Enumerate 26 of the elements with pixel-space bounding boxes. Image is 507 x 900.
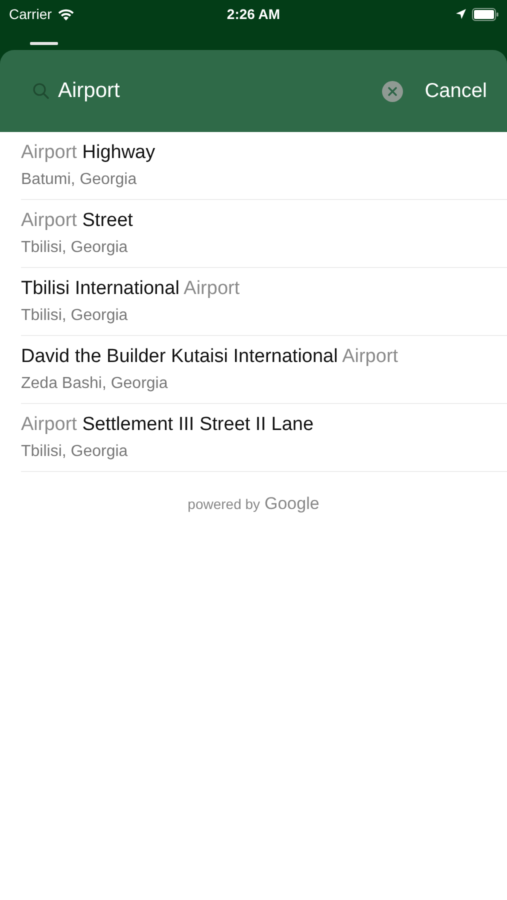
result-item[interactable]: Airport Settlement III Street II Lane Tbilisi, Georgia	[21, 404, 507, 472]
place-location: Tbilisi, Georgia	[21, 238, 129, 258]
clock-time: 2:26 AM	[226, 6, 282, 22]
search-field[interactable]: Airport	[58, 79, 374, 103]
place-location: Tbilisi, Georgia	[21, 442, 129, 462]
place-location: Zeda Bashi, Georgia	[21, 374, 169, 394]
place-name: Airport Settlement III Street II Lane	[21, 413, 315, 437]
place-name: Airport Highway	[21, 141, 156, 165]
place-name: Tbilisi International Airport	[21, 277, 241, 301]
result-item[interactable]: Airport Highway Batumi, Georgia	[21, 132, 507, 200]
place-location: Batumi, Georgia	[21, 170, 138, 190]
result-item[interactable]: David the Builder Kutaisi International Airport Zeda Bashi, Georgia	[21, 336, 507, 404]
carrier-name: Carrier	[9, 6, 52, 22]
menu-icon[interactable]	[30, 42, 58, 45]
result-item[interactable]: Tbilisi International Airport Tbilisi, Georgia	[21, 268, 507, 336]
place-name: Airport Street	[21, 209, 134, 233]
wifi-icon	[56, 8, 75, 20]
cancel-button[interactable]: Cancel	[420, 76, 491, 106]
search-icon	[32, 82, 50, 100]
place-location: Tbilisi, Georgia	[21, 306, 129, 326]
place-name: David the Builder Kutaisi International Airport	[21, 345, 400, 369]
clear-icon[interactable]	[382, 80, 403, 102]
location-arrow-icon	[455, 8, 467, 20]
result-item[interactable]: Airport Street Tbilisi, Georgia	[21, 200, 507, 268]
battery-icon	[472, 8, 499, 20]
attribution-text: powered by Google	[188, 496, 320, 513]
